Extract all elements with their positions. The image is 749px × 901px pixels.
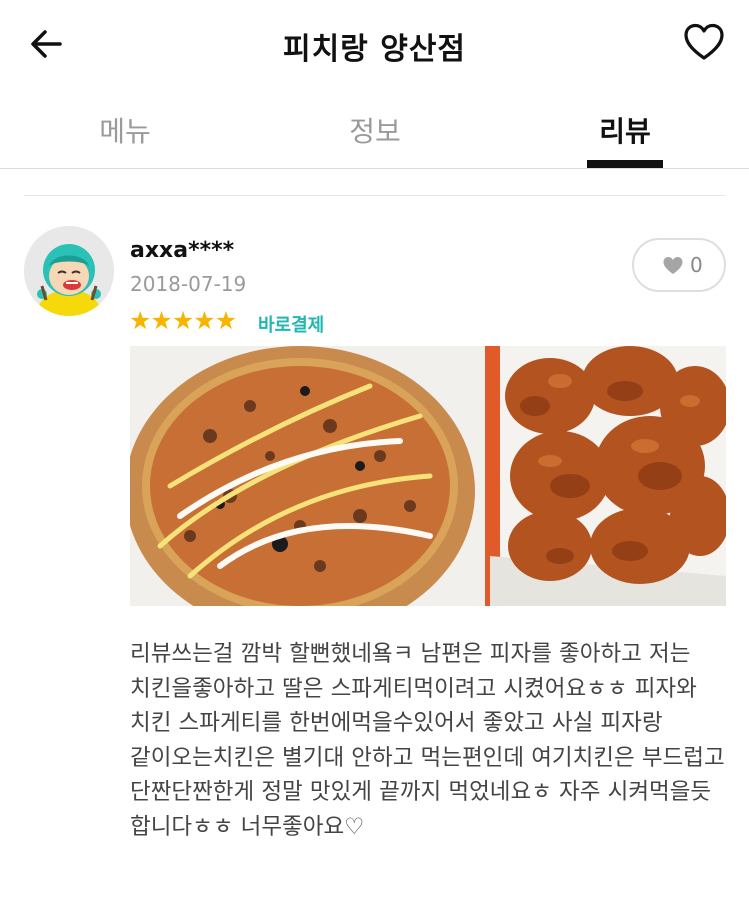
star-icon: ★ (129, 306, 151, 335)
review-text: 리뷰쓰는걸 깜박 할뻔했네욬ㅋ 남편은 피자를 좋아하고 저는 치킨을좋아하고 … (130, 641, 725, 840)
star-icon: ★ (193, 306, 215, 335)
star-icon: ★ (150, 306, 172, 335)
payment-badge: 바로결제 (258, 315, 325, 336)
avatar (24, 226, 114, 316)
section-divider (24, 195, 725, 196)
star-icon: ★ (171, 306, 194, 335)
review-username: axxa**** (130, 238, 235, 263)
tab-menu[interactable]: 메뉴 (65, 110, 185, 150)
review-photo[interactable] (130, 346, 726, 606)
star-icon: ★ (214, 306, 237, 335)
tab-bar: 메뉴 정보 리뷰 (0, 96, 749, 169)
rating-stars: ★★★★★ (129, 306, 237, 335)
page-title: 피치랑 양산점 (282, 32, 467, 67)
tab-review[interactable]: 리뷰 (565, 110, 685, 150)
like-button[interactable]: 0 (632, 238, 726, 292)
active-tab-indicator (587, 160, 663, 168)
favorite-heart-icon[interactable] (683, 22, 725, 64)
heart-icon (663, 257, 683, 274)
like-count: 0 (690, 253, 703, 277)
review-date: 2018-07-19 (130, 272, 247, 296)
tab-info[interactable]: 정보 (315, 110, 435, 150)
top-bar: 피치랑 양산점 (0, 0, 749, 88)
